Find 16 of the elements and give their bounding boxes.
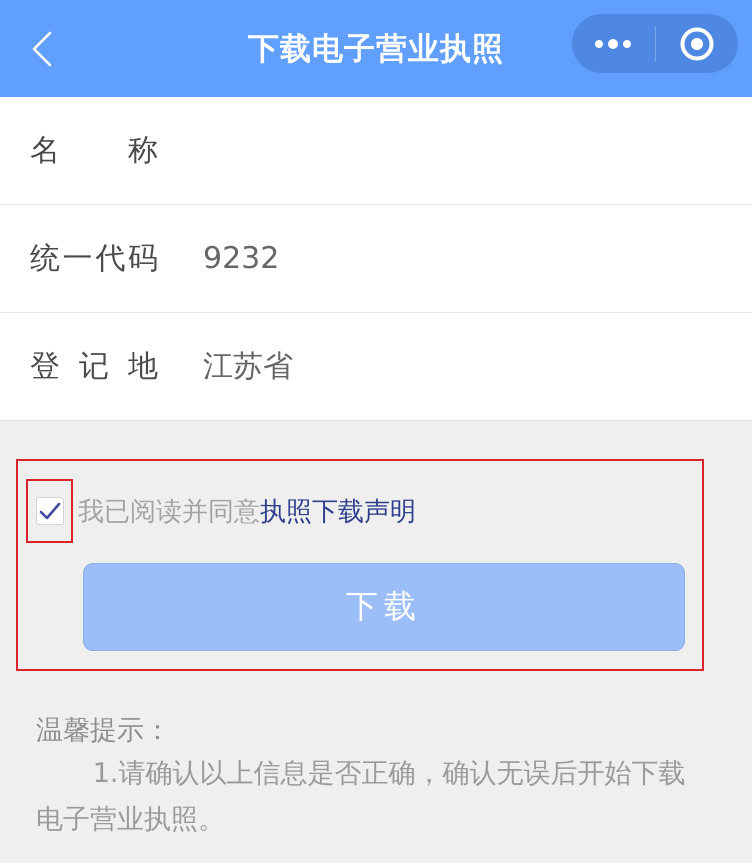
checkmark-icon [38, 502, 60, 520]
field-value: 江苏省 [203, 348, 293, 386]
page-title: 下载电子营业执照 [248, 30, 504, 68]
field-label: 名 称 [30, 132, 158, 170]
checkbox[interactable] [36, 497, 64, 525]
statement-link[interactable]: 执照下载声明 [260, 496, 416, 526]
field-label: 统一代码 [30, 240, 158, 278]
more-icon[interactable] [594, 38, 632, 48]
field-label: 登 记 地 [30, 348, 158, 386]
tips-heading: 温馨提示： [36, 714, 172, 748]
tip-text: 1.请确认以上信息是否正确，确认无误后开始下载电子营业执照。 [36, 757, 686, 837]
back-button[interactable] [30, 30, 54, 66]
target-icon[interactable] [680, 26, 714, 60]
agreement-text: 我已阅读并同意执照下载声明 [78, 496, 416, 528]
field-value: 9232 [203, 241, 280, 276]
back-chevron-icon [30, 30, 54, 66]
